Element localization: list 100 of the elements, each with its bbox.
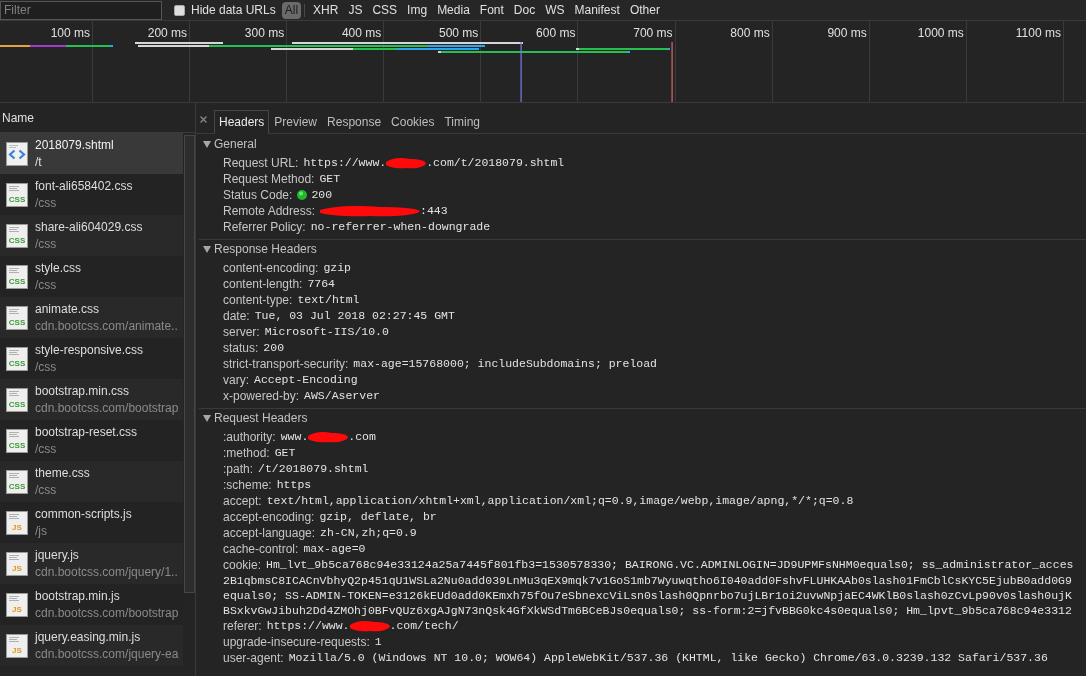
header-name: x-powered-by: [223, 388, 300, 405]
header-name: content-type: [223, 292, 293, 309]
tab[interactable]: Headers [214, 110, 270, 134]
header-value: AWS/Aserver [304, 388, 380, 405]
redaction-mark [349, 620, 390, 632]
header-name: vary: [223, 372, 249, 389]
filter-type-button[interactable]: Other [624, 1, 665, 19]
css-file-icon: CSS [6, 305, 28, 330]
tab[interactable]: Cookies [386, 110, 440, 134]
header-value: gzip [323, 260, 351, 277]
header-value-line: equals0; SS-ADMIN-TOKEN=e3126kEUd0add0KEmxh75fOu7eSbnexcViLsn0slash0Qpnrbo7ujLBr1oi2uvwNpjaEC4WKlB0slash0zCvLp90v0slash0ujK [223, 587, 1072, 604]
redaction-mark [308, 431, 349, 443]
request-row[interactable]: CSS animate.css cdn.bootcss.com/animate.. [0, 297, 183, 338]
column-header[interactable]: Name [2, 108, 34, 127]
header-value: 200 [263, 340, 285, 357]
request-row[interactable]: JS jquery.js cdn.bootcss.com/jquery/1.. [0, 543, 183, 584]
request-row[interactable]: CSS theme.css /css [0, 461, 183, 502]
header-value: https://www. [266, 618, 350, 635]
header-name: server: [223, 324, 260, 341]
request-row[interactable]: CSS bootstrap.min.css cdn.bootcss.com/bootstrap [0, 379, 183, 420]
header-value: zh-CN,zh;q=0.9 [320, 525, 417, 542]
header-value: 7764 [307, 276, 335, 293]
header-name: user-agent: [223, 650, 284, 667]
tab[interactable]: Timing [439, 110, 485, 134]
tick-label: 700 ms [633, 26, 673, 40]
header-value: Mozilla/5.0 (Windows NT 10.0; WOW64) AppleWebKit/537.36 (KHTML, like Gecko) Chrome/63.0.3239.132 Safari/537.36 [288, 650, 1048, 667]
header-name: Status Code: [223, 187, 293, 204]
status-dot-icon [297, 190, 308, 200]
css-file-icon: CSS [6, 346, 28, 371]
tick-label: 100 ms [50, 26, 90, 40]
css-file-icon: CSS [6, 264, 28, 289]
filter-type-button[interactable]: WS [540, 1, 570, 19]
tick-label: 800 ms [730, 26, 770, 40]
file-path: cdn.bootcss.com/bootstrap [35, 605, 179, 621]
header-name: content-encoding: [223, 260, 319, 277]
filter-type-button[interactable]: Media [432, 1, 475, 19]
header-name: Request URL: [223, 155, 299, 172]
header-name: date: [223, 308, 250, 325]
checkbox[interactable] [174, 4, 185, 16]
tick-label: 300 ms [244, 26, 285, 40]
filter-type-button[interactable]: JS [343, 1, 368, 19]
header-name: Request Method: [223, 171, 315, 188]
header-value: .com/t/2018079.shtml [426, 155, 565, 172]
filter-type-button[interactable]: Font [474, 1, 509, 19]
css-file-icon: CSS [6, 469, 28, 494]
tick-label: 1000 ms [917, 26, 964, 40]
header-value: no-referrer-when-downgrade [310, 219, 491, 236]
file-name: common-scripts.js [35, 506, 132, 523]
header-name: content-length: [223, 276, 303, 293]
js-file-icon: JS [6, 633, 28, 658]
checkbox-label[interactable]: Hide data URLs [191, 1, 276, 19]
filter-type-button[interactable]: XHR [308, 1, 344, 19]
filter-type-button[interactable]: Doc [508, 1, 541, 19]
header-name: accept-language: [223, 525, 316, 542]
section-title[interactable]: Request Headers [214, 409, 308, 427]
file-name: 2018079.shtml [35, 137, 114, 154]
html-file-icon [6, 141, 28, 166]
request-row[interactable]: CSS share-ali604029.css /css [0, 215, 183, 256]
file-path: cdn.bootcss.com/jquery/1.. [35, 564, 178, 580]
header-value: /t/2018079.shtml [258, 461, 369, 478]
file-name: bootstrap.min.js [35, 588, 121, 605]
scrollbar[interactable] [184, 135, 195, 593]
request-row[interactable]: 2018079.shtml /t [0, 133, 183, 174]
header-value: gzip, deflate, br [319, 509, 437, 526]
header-value: text/html,application/xhtml+xml,application/xml;q=0.9,image/webp,image/apng,*/*;q=0.8 [266, 493, 854, 510]
file-name: bootstrap.min.css [35, 383, 131, 400]
file-path: /js [35, 523, 48, 539]
header-value: max-age=0 [303, 541, 366, 558]
file-name: font-ali658402.css [35, 178, 133, 195]
file-path: /css [35, 441, 58, 457]
header-value: :443 [420, 203, 448, 220]
filter-type-button[interactable]: CSS [367, 1, 403, 19]
header-value: https://www. [303, 155, 387, 172]
filter-field[interactable]: Filter [0, 0, 162, 20]
caret-down-icon[interactable] [203, 414, 211, 422]
tick-label: 400 ms [341, 26, 382, 40]
header-name: upgrade-insecure-requests: [223, 634, 370, 651]
close-icon[interactable] [200, 116, 207, 123]
header-value: https [276, 477, 312, 494]
file-name: animate.css [35, 301, 101, 318]
header-name: referer: [223, 618, 262, 635]
header-name: :authority: [223, 429, 276, 446]
request-row[interactable]: JS jquery.easing.min.js cdn.bootcss.com/jquery-ea [0, 625, 183, 666]
header-name: Remote Address: [223, 203, 316, 220]
file-path: /t [35, 154, 43, 170]
tick-label: 200 ms [147, 26, 188, 40]
caret-down-icon[interactable] [203, 140, 211, 148]
css-file-icon: CSS [6, 223, 28, 248]
section-title[interactable]: Response Headers [214, 240, 317, 258]
file-name: jquery.js [35, 547, 80, 564]
section-title[interactable]: General [214, 135, 257, 153]
file-path: cdn.bootcss.com/jquery-ea [35, 646, 179, 662]
file-name: bootstrap-reset.css [35, 424, 138, 441]
tab[interactable]: Preview [269, 110, 323, 134]
file-path: /css [35, 359, 58, 375]
caret-down-icon[interactable] [203, 245, 211, 253]
tab[interactable]: Response [322, 110, 387, 134]
header-name: :path: [223, 461, 254, 478]
filter-type-button[interactable]: Manifest [569, 1, 625, 19]
filter-type-button[interactable]: Img [402, 1, 433, 19]
